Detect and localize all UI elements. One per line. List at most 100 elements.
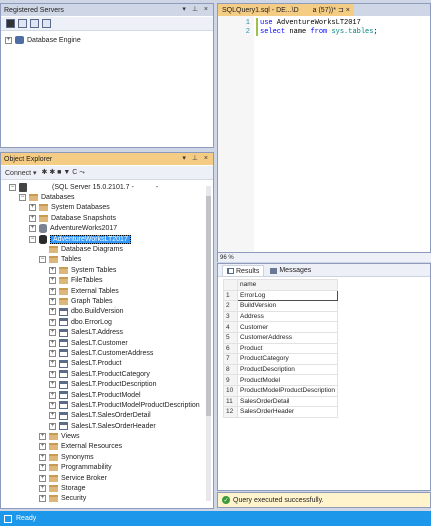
expand-icon[interactable]: + [49,412,56,420]
row-number[interactable]: 6 [223,342,238,355]
tree-item-tables[interactable]: − Tables [9,255,203,265]
cell-name[interactable]: Address [236,310,339,323]
new-group-icon[interactable] [30,19,39,28]
tree-item-server[interactable]: − (SQL Server 15.0.2101.7 - - [9,182,203,192]
tree-item-filetables[interactable]: + FileTables [9,276,203,286]
tree-item-table[interactable]: + SalesLT.ProductModel [9,390,203,400]
tree-item-adventureworks2017[interactable]: + AdventureWorks2017 [9,224,203,234]
expand-icon[interactable]: + [39,443,46,451]
expand-icon[interactable]: + [39,474,46,482]
tree-item-table[interactable]: + SalesLT.Address [9,327,203,337]
table-row[interactable]: 1 ErrorLog [223,289,339,302]
tree-item-database-engine[interactable]: + Database Engine [5,35,81,45]
zoom-select[interactable]: 96 % [220,255,234,261]
expand-icon[interactable]: + [39,464,46,472]
tree-item-storage[interactable]: + Storage [9,483,203,493]
tree-item-table[interactable]: + SalesLT.ProductCategory [9,369,203,379]
table-row[interactable]: 3 Address [223,310,339,323]
cell-name[interactable]: ProductModel [236,374,339,386]
toolbar-icons[interactable]: ✱ ✱ ■ ▼ C ⤳ [42,168,85,177]
expand-icon[interactable]: + [39,433,46,441]
tab-messages[interactable]: Messages [266,265,315,276]
expand-icon[interactable]: + [49,329,56,337]
collapse-icon[interactable]: − [9,183,16,191]
expand-icon[interactable]: + [39,485,46,493]
row-number[interactable]: 4 [223,321,238,333]
expand-icon[interactable]: + [5,36,12,44]
properties-icon[interactable] [42,19,51,28]
table-row[interactable]: 8 ProductDescription [223,363,339,376]
row-number[interactable]: 10 [223,384,238,397]
table-row[interactable]: 10 ProductModelProductDescription [223,384,339,397]
collapse-icon[interactable]: − [19,194,26,202]
tree-item-external-resources[interactable]: + External Resources [9,442,203,452]
row-number[interactable]: 2 [223,300,238,312]
tree-item-database-diagrams[interactable]: Database Diagrams [9,244,203,254]
collapse-icon[interactable]: − [29,235,36,243]
expand-icon[interactable]: + [49,360,56,368]
column-header-name[interactable]: name [236,279,339,291]
panel-pin-controls[interactable]: ▾ ⊥ × [182,5,210,13]
expand-icon[interactable]: + [49,308,56,316]
tree-item-system-databases[interactable]: + System Databases [9,203,203,213]
tree-item-adventureworkslt2017[interactable]: − AdventureWorksLT2017 [9,234,203,244]
cell-name[interactable]: Customer [236,321,339,333]
table-row[interactable]: 12 SalesOrderHeader [223,406,339,418]
object-explorer-scrollbar[interactable] [206,186,211,501]
tree-item-programmability[interactable]: + Programmability [9,463,203,473]
cell-name[interactable]: CustomerAddress [236,331,339,344]
expand-icon[interactable]: + [49,391,56,399]
expand-icon[interactable]: + [29,225,36,233]
cell-name[interactable]: ProductCategory [236,353,339,365]
tab-suffix[interactable]: a (57))* ⊐ × [313,6,350,14]
expand-icon[interactable]: + [49,401,56,409]
tree-item-views[interactable]: + Views [9,431,203,441]
expand-icon[interactable]: + [29,204,36,212]
cell-name[interactable]: ProductDescription [236,363,339,376]
table-row[interactable]: 4 Customer [223,321,339,333]
code-area[interactable]: 1 use AdventureWorksLT2017 2 select name… [242,18,378,36]
expand-icon[interactable]: + [49,277,56,285]
table-row[interactable]: 11 SalesOrderDetail [223,395,339,408]
expand-icon[interactable]: + [49,422,56,430]
scrollbar-thumb[interactable] [206,196,211,416]
tree-item-databases[interactable]: − Databases [9,192,203,202]
row-number[interactable]: 3 [223,310,238,323]
tree-item-security[interactable]: + Security [9,494,203,504]
expand-icon[interactable]: + [49,339,56,347]
cell-name[interactable]: SalesOrderHeader [236,406,339,418]
tree-item-graph-tables[interactable]: + Graph Tables [9,296,203,306]
expand-icon[interactable]: + [39,453,46,461]
table-row[interactable]: 7 ProductCategory [223,353,339,365]
row-number[interactable]: 5 [223,331,238,344]
expand-icon[interactable]: + [49,297,56,305]
expand-icon[interactable]: + [49,381,56,389]
tree-item-database-snapshots[interactable]: + Database Snapshots [9,213,203,223]
cell-name[interactable]: BuildVersion [236,300,339,312]
row-number[interactable]: 1 [223,289,238,302]
expand-icon[interactable]: + [39,495,46,503]
tree-item-synonyms[interactable]: + Synonyms [9,452,203,462]
table-row[interactable]: 5 CustomerAddress [223,331,339,344]
cell-name[interactable]: ErrorLog [236,289,339,302]
connect-button[interactable]: Connect ▾ [5,169,37,177]
tab-results[interactable]: Results [222,265,265,276]
cell-name[interactable]: Product [236,342,339,355]
new-server-icon[interactable] [18,19,27,28]
cell-name[interactable]: SalesOrderDetail [236,395,339,408]
collapse-icon[interactable]: − [39,256,46,264]
row-number[interactable]: 9 [223,374,238,386]
tree-item-table[interactable]: + SalesLT.Product [9,359,203,369]
tab-sqlquery1[interactable]: SQLQuery1.sql - DE...\D a (57))* ⊐ × [218,4,354,16]
row-number[interactable]: 11 [223,395,238,408]
row-number[interactable]: 8 [223,363,238,376]
row-header-corner[interactable] [223,279,238,291]
expand-icon[interactable]: + [29,214,36,222]
cell-name[interactable]: ProductModelProductDescription [236,384,339,397]
tree-item-external-tables[interactable]: + External Tables [9,286,203,296]
table-row[interactable]: 6 Product [223,342,339,355]
expand-icon[interactable]: + [49,266,56,274]
server-type-icon[interactable] [6,19,15,28]
tree-item-table[interactable]: + dbo.BuildVersion [9,307,203,317]
expand-icon[interactable]: + [49,349,56,357]
